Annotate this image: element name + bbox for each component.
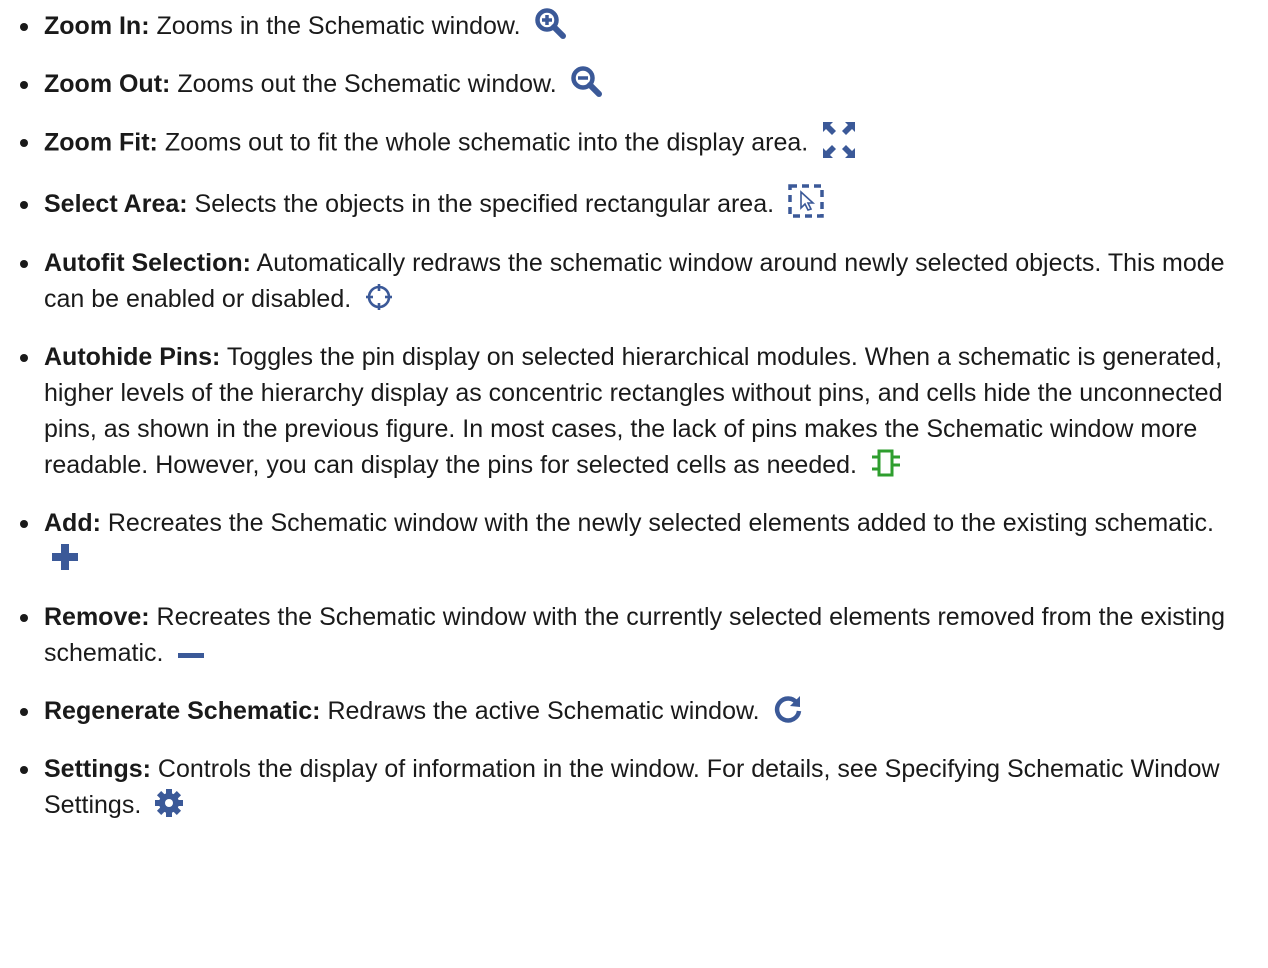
bullet [20,81,28,89]
term: Regenerate Schematic: [44,697,321,726]
list-item-select-area: Select Area: Selects the objects in the … [18,183,1248,223]
list-item-zoom-out: Zoom Out: Zooms out the Schematic window… [18,66,1248,102]
bullet [20,766,28,775]
bullet [20,260,28,269]
bullet [20,23,28,31]
bullet [20,520,28,529]
term: Autohide Pins: [44,343,221,372]
term: Zoom Out: [44,70,171,98]
description: Recreates the Schematic window with the … [44,603,1226,668]
list-item-regenerate-schematic: Regenerate Schematic: Redraws the active… [18,693,1248,729]
bullet [20,354,28,363]
description: Controls the display of information in t… [44,755,1220,820]
term: Settings: [44,755,151,784]
description: Recreates the Schematic window with the … [107,509,1215,538]
zoom-fit-icon [821,120,857,160]
remove-icon [176,640,206,662]
description: Zooms out to fit the whole schematic int… [164,128,809,157]
document-page: Zoom In: Zooms in the Schematic window. … [0,0,1268,968]
term: Select Area: [44,190,188,218]
regenerate-icon [773,694,803,724]
list-item-add: Add: Recreates the Schematic window with… [18,505,1248,577]
term: Zoom Fit: [44,128,158,157]
term: Remove: [44,603,150,632]
bullet [20,614,28,623]
description: Toggles the pin display on selected hier… [44,343,1223,480]
list-item-settings: Settings: Controls the display of inform… [18,751,1248,823]
description: Selects the objects in the specified rec… [194,190,775,218]
autofit-selection-icon [364,282,394,312]
term: Autofit Selection: [44,249,251,278]
description: Redraws the active Schematic window. [327,697,760,726]
zoom-out-icon [570,65,604,98]
settings-gear-icon [154,788,184,818]
list-item-zoom-in: Zoom In: Zooms in the Schematic window. [18,8,1248,44]
description: Zooms in the Schematic window. [156,12,521,40]
list-item-autohide-pins: Autohide Pins: Toggles the pin display o… [18,339,1248,483]
term: Add: [44,509,101,538]
add-icon [50,542,80,572]
list-item-autofit-selection: Autofit Selection: Automatically redraws… [18,245,1248,317]
bullet [20,201,28,209]
toolbar-button-list: Zoom In: Zooms in the Schematic window. … [18,0,1248,823]
autohide-pins-icon [870,448,902,478]
select-area-icon [787,183,825,219]
description: Zooms out the Schematic window. [177,70,557,98]
term: Zoom In: [44,12,150,40]
bullet [20,708,28,717]
zoom-in-icon [534,7,568,40]
list-item-remove: Remove: Recreates the Schematic window w… [18,599,1248,671]
list-item-zoom-fit: Zoom Fit: Zooms out to fit the whole sch… [18,122,1248,164]
bullet [20,139,28,147]
